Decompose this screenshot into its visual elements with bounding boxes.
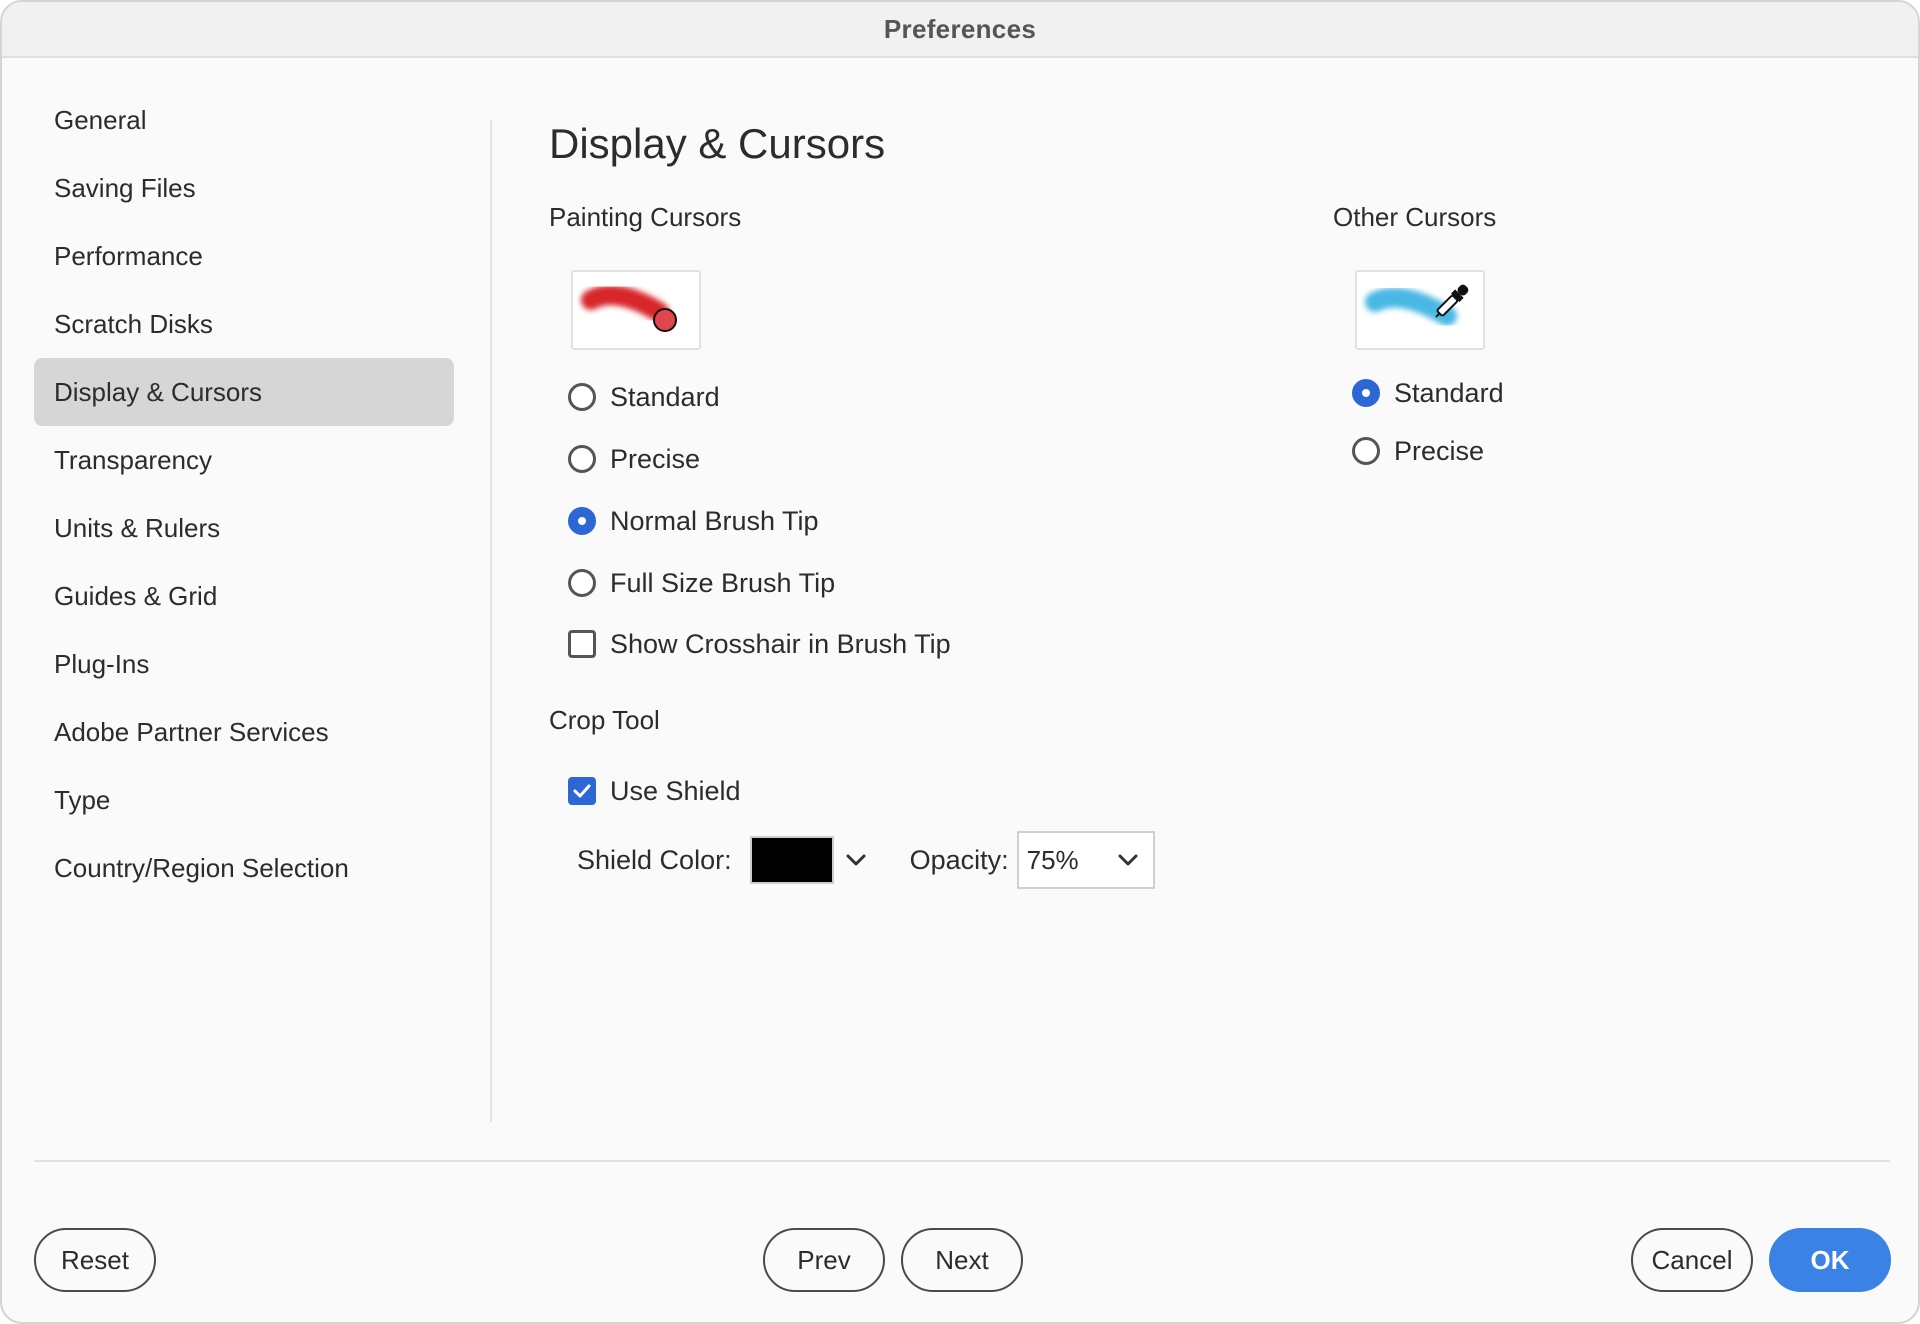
sidebar-item-saving-files[interactable]: Saving Files xyxy=(34,154,454,222)
sidebar-item-performance[interactable]: Performance xyxy=(34,222,454,290)
other-standard-option[interactable]: Standard xyxy=(1352,376,1504,410)
painting-full-size-brush-tip-label: Full Size Brush Tip xyxy=(610,567,836,598)
prev-button[interactable]: Prev xyxy=(763,1228,885,1292)
sidebar-item-plug-ins[interactable]: Plug-Ins xyxy=(34,630,454,698)
brush-stroke-blue-eyedropper-icon xyxy=(1365,284,1469,326)
other-cursor-preview xyxy=(1355,270,1485,350)
sidebar-item-scratch-disks[interactable]: Scratch Disks xyxy=(34,290,454,358)
show-crosshair-option[interactable]: Show Crosshair in Brush Tip xyxy=(568,627,951,661)
painting-standard-radio[interactable] xyxy=(568,383,596,411)
ok-button[interactable]: OK xyxy=(1769,1228,1891,1292)
other-standard-label: Standard xyxy=(1394,377,1504,408)
other-precise-option[interactable]: Precise xyxy=(1352,434,1484,468)
painting-normal-brush-tip-option[interactable]: Normal Brush Tip xyxy=(568,504,819,538)
page-title: Display & Cursors xyxy=(549,120,886,167)
sidebar-item-general[interactable]: General xyxy=(34,86,454,154)
opacity-value: 75% xyxy=(1026,844,1079,875)
reset-button[interactable]: Reset xyxy=(34,1228,156,1292)
shield-color-dropdown[interactable] xyxy=(844,840,868,880)
other-standard-radio[interactable] xyxy=(1352,379,1380,407)
shield-color-label: Shield Color: xyxy=(577,844,732,875)
main-panel: Display & Cursors Painting Cursors Stand… xyxy=(549,2,1889,1142)
other-precise-radio[interactable] xyxy=(1352,437,1380,465)
sidebar: General Saving Files Performance Scratch… xyxy=(34,86,454,902)
next-button[interactable]: Next xyxy=(901,1228,1023,1292)
painting-precise-option[interactable]: Precise xyxy=(568,442,700,476)
painting-standard-option[interactable]: Standard xyxy=(568,380,720,414)
painting-cursors-label: Painting Cursors xyxy=(549,202,742,232)
sidebar-item-country-region[interactable]: Country/Region Selection xyxy=(34,834,454,902)
painting-precise-radio[interactable] xyxy=(568,445,596,473)
sidebar-item-transparency[interactable]: Transparency xyxy=(34,426,454,494)
use-shield-label: Use Shield xyxy=(610,775,741,806)
shield-settings-row: Shield Color: Opacity: 75% xyxy=(577,831,1155,889)
sidebar-item-adobe-partner-services[interactable]: Adobe Partner Services xyxy=(34,698,454,766)
cancel-button[interactable]: Cancel xyxy=(1631,1228,1753,1292)
show-crosshair-checkbox[interactable] xyxy=(568,630,596,658)
opacity-label: Opacity: xyxy=(909,844,1009,875)
sidebar-item-type[interactable]: Type xyxy=(34,766,454,834)
use-shield-option[interactable]: Use Shield xyxy=(568,774,741,808)
chevron-down-icon xyxy=(1118,854,1138,866)
painting-normal-brush-tip-radio[interactable] xyxy=(568,507,596,535)
other-cursors-label: Other Cursors xyxy=(1333,202,1497,232)
painting-precise-label: Precise xyxy=(610,443,701,474)
painting-cursor-preview xyxy=(571,270,701,350)
sidebar-item-units-rulers[interactable]: Units & Rulers xyxy=(34,494,454,562)
painting-standard-label: Standard xyxy=(610,381,720,412)
brush-stroke-red-circle-icon xyxy=(581,285,677,332)
painting-normal-brush-tip-label: Normal Brush Tip xyxy=(610,505,819,536)
checkmark-icon xyxy=(573,784,591,798)
shield-color-swatch[interactable] xyxy=(749,836,834,884)
crop-tool-label: Crop Tool xyxy=(549,705,660,735)
painting-full-size-brush-tip-option[interactable]: Full Size Brush Tip xyxy=(568,566,835,600)
footer-divider xyxy=(34,1160,1890,1162)
sidebar-item-display-cursors[interactable]: Display & Cursors xyxy=(34,358,454,426)
preferences-window: Preferences General Saving Files Perform… xyxy=(0,0,1920,1324)
show-crosshair-label: Show Crosshair in Brush Tip xyxy=(610,628,951,659)
sidebar-divider xyxy=(490,120,492,1122)
sidebar-item-guides-grid[interactable]: Guides & Grid xyxy=(34,562,454,630)
use-shield-checkbox[interactable] xyxy=(568,777,596,805)
other-precise-label: Precise xyxy=(1394,435,1485,466)
painting-full-size-brush-tip-radio[interactable] xyxy=(568,569,596,597)
chevron-down-icon xyxy=(846,854,866,866)
opacity-select[interactable]: 75% xyxy=(1016,831,1155,889)
